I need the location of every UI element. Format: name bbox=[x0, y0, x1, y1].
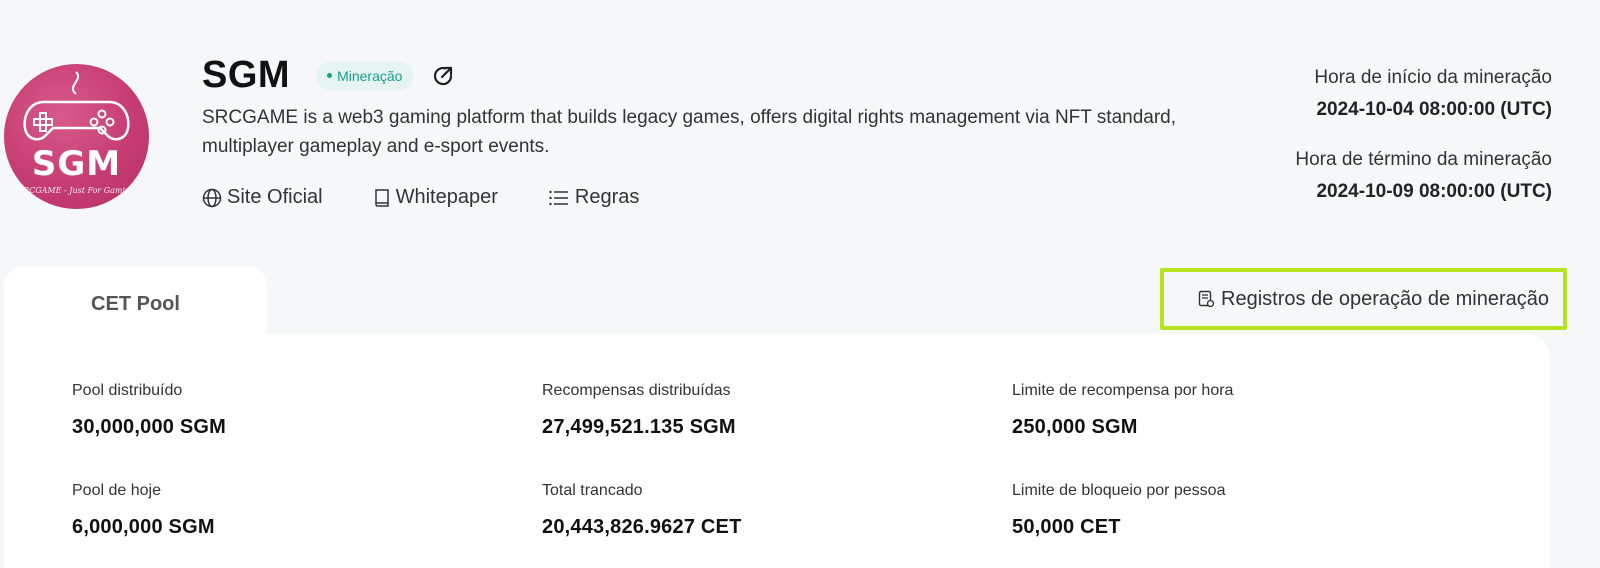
stat-value: 50,000 CET bbox=[1012, 516, 1121, 538]
logo-subtext: SRCGAME - Just For Gaming bbox=[17, 186, 136, 195]
stat-label: Pool de hoje bbox=[72, 482, 161, 499]
mining-records-label: Registros de operação de mineração bbox=[1221, 287, 1549, 310]
mining-page: SGM SRCGAME - Just For Gaming SGM Minera… bbox=[0, 0, 1600, 568]
stat-value: 20,443,826.9627 CET bbox=[542, 516, 742, 538]
token-links: Site Oficial Whitepaper Regras bbox=[202, 186, 639, 209]
book-icon bbox=[374, 188, 389, 207]
stat-today-pool: Pool de hoje 6,000,000 SGM bbox=[72, 482, 215, 539]
end-time-block: Hora de término da mineração 2024-10-09 … bbox=[1295, 146, 1552, 206]
mining-times: Hora de início da mineração 2024-10-04 0… bbox=[1295, 64, 1552, 206]
stat-label: Limite de bloqueio por pessoa bbox=[1012, 482, 1226, 499]
token-logo: SGM SRCGAME - Just For Gaming bbox=[4, 64, 149, 209]
status-label: Mineração bbox=[337, 67, 403, 84]
end-time-label: Hora de término da mineração bbox=[1295, 149, 1552, 170]
list-icon bbox=[549, 190, 568, 205]
mining-records-link[interactable]: Registros de operação de mineração bbox=[1160, 268, 1567, 330]
whitepaper-link[interactable]: Whitepaper bbox=[373, 186, 498, 209]
stat-label: Recompensas distribuídas bbox=[542, 382, 731, 399]
stat-value: 30,000,000 SGM bbox=[72, 416, 227, 438]
document-icon bbox=[1198, 290, 1215, 308]
official-site-label: Site Oficial bbox=[227, 186, 323, 208]
stat-hourly-reward-limit: Limite de recompensa por hora 250,000 SG… bbox=[1012, 382, 1233, 439]
start-time-value: 2024-10-04 08:00:00 (UTC) bbox=[1316, 99, 1552, 120]
stat-value: 250,000 SGM bbox=[1012, 416, 1138, 438]
pool-stats-card: Pool distribuído 30,000,000 SGM Recompen… bbox=[4, 334, 1550, 568]
share-icon bbox=[434, 66, 453, 85]
stat-per-person-lock-limit: Limite de bloqueio por pessoa 50,000 CET bbox=[1012, 482, 1225, 539]
start-time-label: Hora de início da mineração bbox=[1314, 67, 1552, 88]
title-row: SGM Mineração bbox=[202, 54, 457, 97]
rules-label: Regras bbox=[574, 186, 640, 208]
token-symbol: SGM bbox=[202, 54, 291, 96]
logo-text: SGM bbox=[31, 144, 122, 184]
token-description: SRCGAME is a web3 gaming platform that b… bbox=[202, 107, 1177, 157]
start-time-block: Hora de início da mineração 2024-10-04 0… bbox=[1295, 64, 1552, 124]
stat-total-locked: Total trancado 20,443,826.9627 CET bbox=[542, 482, 742, 539]
end-time-value: 2024-10-09 08:00:00 (UTC) bbox=[1316, 181, 1552, 202]
stat-value: 6,000,000 SGM bbox=[72, 516, 215, 538]
stat-label: Pool distribuído bbox=[72, 382, 183, 399]
stat-label: Total trancado bbox=[542, 482, 643, 499]
stat-value: 27,499,521.135 SGM bbox=[542, 416, 736, 438]
stat-label: Limite de recompensa por hora bbox=[1012, 382, 1234, 399]
status-dot-icon bbox=[327, 73, 333, 78]
official-site-link[interactable]: Site Oficial bbox=[202, 186, 323, 209]
status-badge: Mineração bbox=[316, 61, 414, 90]
globe-icon bbox=[202, 188, 222, 207]
share-button[interactable] bbox=[429, 62, 457, 90]
stat-distributed-rewards: Recompensas distribuídas 27,499,521.135 … bbox=[542, 382, 736, 439]
stat-distributed-pool: Pool distribuído 30,000,000 SGM bbox=[72, 382, 226, 439]
whitepaper-label: Whitepaper bbox=[395, 186, 498, 208]
rules-link[interactable]: Regras bbox=[548, 186, 639, 209]
